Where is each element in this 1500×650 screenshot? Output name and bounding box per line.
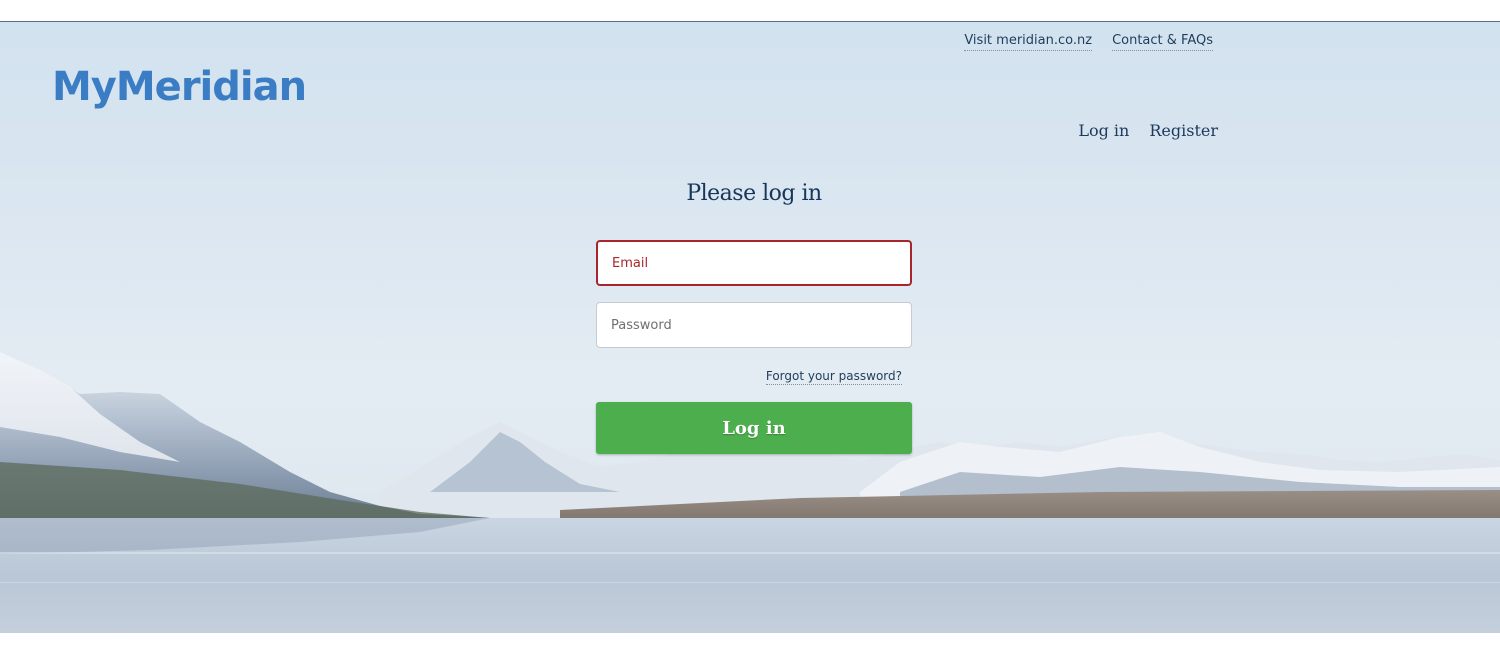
- login-title: Please log in: [686, 181, 822, 206]
- login-button[interactable]: Log in: [596, 402, 912, 454]
- logo[interactable]: MyMeridian: [52, 64, 307, 110]
- login-link[interactable]: Log in: [1078, 121, 1129, 140]
- forgot-password-link[interactable]: Forgot your password?: [765, 369, 902, 385]
- hero-background: MyMeridian Visit meridian.co.nz Contact …: [0, 21, 1500, 633]
- top-nav: Visit meridian.co.nz Contact & FAQs: [964, 33, 1213, 51]
- contact-faqs-link[interactable]: Contact & FAQs: [1112, 33, 1213, 51]
- register-link[interactable]: Register: [1149, 121, 1218, 140]
- email-field[interactable]: [596, 240, 912, 286]
- visit-site-link[interactable]: Visit meridian.co.nz: [964, 33, 1093, 51]
- auth-nav: Log in Register: [1078, 121, 1218, 140]
- page: MyMeridian Visit meridian.co.nz Contact …: [0, 0, 1500, 650]
- password-field[interactable]: [596, 302, 912, 348]
